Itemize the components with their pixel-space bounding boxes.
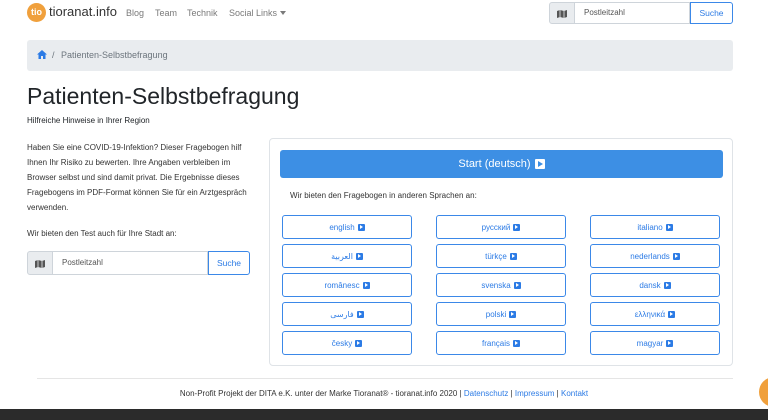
lang-button-dutch[interactable]: nederlands <box>590 244 720 268</box>
footer: Non-Profit Projekt der DITA e.K. unter d… <box>0 389 768 399</box>
play-icon <box>509 252 517 260</box>
questionnaire-card: Start (deutsch) Wir bieten den Frageboge… <box>269 138 733 366</box>
lang-label: ελληνικά <box>634 309 666 319</box>
lang-label: nederlands <box>630 251 670 261</box>
page-title: Patienten-Selbstbefragung <box>27 83 300 109</box>
nav-link-team[interactable]: Team <box>155 7 177 19</box>
lang-label: türkçe <box>485 251 507 261</box>
play-icon <box>663 281 671 289</box>
play-icon <box>356 310 364 318</box>
footer-link-datenschutz[interactable]: Datenschutz <box>464 389 508 398</box>
play-icon <box>362 281 370 289</box>
lang-label: svenska <box>481 280 511 290</box>
map-icon <box>27 251 53 275</box>
footer-divider <box>37 378 733 379</box>
home-icon[interactable] <box>37 50 47 59</box>
nav-search-group: Postleitzahl Suche <box>549 2 733 24</box>
city-search-button[interactable]: Suche <box>208 251 250 275</box>
play-icon <box>509 310 517 318</box>
logo-icon[interactable]: tio <box>27 3 46 22</box>
play-icon <box>668 310 676 318</box>
nav-search-button[interactable]: Suche <box>690 2 733 24</box>
start-button-label: Start (deutsch) <box>458 158 531 170</box>
nav-link-social[interactable]: Social Links <box>229 7 287 19</box>
footer-link-kontakt[interactable]: Kontakt <box>561 389 588 398</box>
lang-button-polish[interactable]: polski <box>436 302 566 326</box>
nav-link-blog[interactable]: Blog <box>126 7 144 19</box>
lang-label: dansk <box>639 280 661 290</box>
lang-button-french[interactable]: français <box>436 331 566 355</box>
play-icon <box>534 159 545 169</box>
play-icon <box>666 339 674 347</box>
lang-button-turkish[interactable]: türkçe <box>436 244 566 268</box>
start-button[interactable]: Start (deutsch) <box>280 150 723 178</box>
lang-button-english[interactable]: english <box>282 215 412 239</box>
breadcrumb-separator: / <box>52 50 55 60</box>
lang-button-czech[interactable]: česky <box>282 331 412 355</box>
play-icon <box>672 252 680 260</box>
navbar: tio tioranat.info Blog Team Technik Soci… <box>0 0 768 27</box>
chat-icon[interactable] <box>759 377 768 407</box>
lang-button-italian[interactable]: italiano <box>590 215 720 239</box>
city-search-input[interactable]: Postleitzahl <box>53 251 208 275</box>
nav-link-technik[interactable]: Technik <box>187 7 218 19</box>
breadcrumb: / Patienten-Selbstbefragung <box>27 40 733 71</box>
languages-intro: Wir bieten den Fragebogen in anderen Spr… <box>290 191 477 200</box>
play-icon <box>513 339 520 347</box>
lang-button-swedish[interactable]: svenska <box>436 273 566 297</box>
lang-button-greek[interactable]: ελληνικά <box>590 302 720 326</box>
lang-button-arabic[interactable]: العربية <box>282 244 412 268</box>
lang-label: فارسی <box>330 309 354 319</box>
lang-label: polski <box>485 309 507 319</box>
lang-label: românesc <box>324 280 360 290</box>
page-subtitle: Hilfreiche Hinweise in Ihrer Region <box>27 116 150 125</box>
lang-label: magyar <box>636 338 664 348</box>
play-icon <box>357 223 365 231</box>
footer-separator: | <box>510 389 513 398</box>
footer-separator: | <box>459 389 462 398</box>
lang-label: français <box>481 338 510 348</box>
lang-button-russian[interactable]: русский <box>436 215 566 239</box>
lang-label: english <box>329 222 355 232</box>
lang-button-persian[interactable]: فارسی <box>282 302 412 326</box>
play-icon <box>665 223 673 231</box>
footer-text: Non-Profit Projekt der DITA e.K. unter d… <box>179 389 458 398</box>
lang-button-danish[interactable]: dansk <box>590 273 720 297</box>
play-icon <box>513 223 521 231</box>
footer-separator: | <box>556 389 559 398</box>
bottom-bar <box>0 409 768 420</box>
lang-button-hungarian[interactable]: magyar <box>590 331 720 355</box>
city-label: Wir bieten den Test auch für Ihre Stadt … <box>27 229 177 238</box>
intro-text: Haben Sie eine COVID-19-Infektion? Diese… <box>27 143 247 212</box>
footer-link-impressum[interactable]: Impressum <box>515 389 555 398</box>
nav-search-input[interactable]: Postleitzahl <box>575 2 690 24</box>
nav-link-social-label: Social Links <box>229 8 278 18</box>
play-icon <box>355 339 363 347</box>
map-icon <box>549 2 575 24</box>
brand-name[interactable]: tioranat.info <box>49 4 117 20</box>
lang-label: italiano <box>637 222 663 232</box>
lang-label: česky <box>331 338 353 348</box>
chevron-down-icon <box>280 11 287 15</box>
play-icon <box>355 252 363 260</box>
lang-label: русский <box>481 222 511 232</box>
lang-button-romanian[interactable]: românesc <box>282 273 412 297</box>
breadcrumb-current: Patienten-Selbstbefragung <box>61 50 168 60</box>
city-search-group: Postleitzahl Suche <box>27 251 250 275</box>
play-icon <box>513 281 521 289</box>
lang-label: العربية <box>331 251 353 261</box>
